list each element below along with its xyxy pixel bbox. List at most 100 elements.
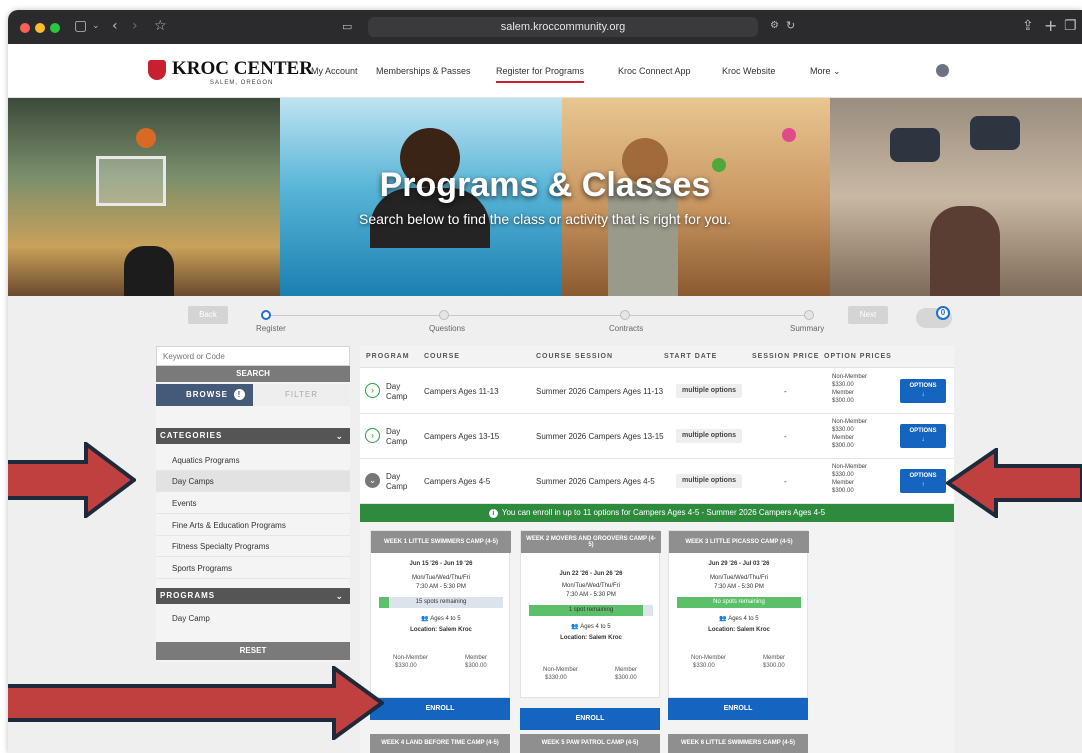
programs-table: PROGRAM COURSE COURSE SESSION START DATE… xyxy=(360,346,954,753)
basketball-shape xyxy=(136,128,156,148)
camp-nonmember-label: Non-Member xyxy=(543,667,579,673)
camp-ages: 👥 Ages 4 to 5 xyxy=(371,615,511,622)
spots-remaining-bar: 15 spots remaining xyxy=(379,597,503,608)
member-label: Member xyxy=(832,390,855,396)
info-icon: ! xyxy=(234,389,245,400)
camp-ages-text: Ages 4 to 5 xyxy=(430,616,461,622)
category-fitness[interactable]: Fitness Specialty Programs xyxy=(156,536,350,557)
new-tab-icon[interactable]: + xyxy=(1044,16,1057,35)
sidebar-toggle-icon[interactable]: ▢ xyxy=(74,18,87,34)
tabs-icon[interactable]: ❐ xyxy=(1064,18,1077,34)
row-session-price: - xyxy=(784,387,787,396)
annotation-arrow-left-icon xyxy=(946,448,1082,518)
enroll-limit-text: You can enroll in up to 11 options for C… xyxy=(501,508,826,517)
share-icon[interactable]: ⇪ xyxy=(1022,18,1034,34)
enroll-button[interactable]: ENROLL xyxy=(520,708,660,730)
tab-filter[interactable]: FILTER xyxy=(253,384,350,406)
category-events[interactable]: Events xyxy=(156,493,350,514)
nav-kroc-connect[interactable]: Kroc Connect App xyxy=(618,66,691,76)
category-fine-arts[interactable]: Fine Arts & Education Programs xyxy=(156,515,350,536)
camp-nonmember-price: $330.00 xyxy=(545,675,567,681)
nav-register-programs[interactable]: Register for Programs xyxy=(496,66,585,83)
row-program-line1: Day xyxy=(386,427,401,436)
category-aquatics[interactable]: Aquatics Programs xyxy=(156,450,350,471)
row-course: Campers Ages 11-13 xyxy=(424,387,499,396)
programs-header-label: PROGRAMS xyxy=(160,591,216,600)
dumbbell-shape xyxy=(970,116,1020,150)
arrow-down-icon: ↓ xyxy=(921,392,925,398)
nav-my-account[interactable]: My Account xyxy=(311,66,358,76)
col-start-date: START DATE xyxy=(664,353,718,360)
row-course: Campers Ages 13-15 xyxy=(424,432,500,441)
nonmember-label: Non-Member xyxy=(832,419,868,425)
categories-header[interactable]: CATEGORIES ⌄ xyxy=(156,428,350,444)
step-questions-label: Questions xyxy=(429,324,466,333)
camp-time: 7:30 AM - 5:30 PM xyxy=(566,592,616,598)
row-session-price: - xyxy=(784,477,787,486)
camp-member-price: $300.00 xyxy=(763,663,785,669)
camp-card: WEEK 3 LITTLE PICASSO CAMP (4-5) Jun 29 … xyxy=(668,530,809,698)
enroll-button[interactable]: ENROLL xyxy=(668,698,808,720)
step-register-dot xyxy=(261,310,271,320)
tab-overview-icon[interactable]: ▭ xyxy=(342,20,352,33)
nav-memberships[interactable]: Memberships & Passes xyxy=(376,66,471,76)
cart-count-badge[interactable]: 0 xyxy=(936,306,950,320)
account-icon[interactable] xyxy=(936,64,949,77)
spots-remaining-bar: No spots remaining xyxy=(677,597,801,608)
camp-card: WEEK 2 MOVERS AND GROOVERS CAMP (4-5) Ju… xyxy=(520,530,661,698)
program-day-camp[interactable]: Day Camp xyxy=(156,608,350,629)
close-window-button[interactable] xyxy=(20,23,30,33)
row-start-date[interactable]: multiple options xyxy=(676,384,743,398)
bookmark-star-icon[interactable]: ☆ xyxy=(154,18,167,34)
programs-header[interactable]: PROGRAMS ⌄ xyxy=(156,588,350,604)
camp-location: Location: Salem Kroc xyxy=(708,627,770,633)
row-start-date[interactable]: multiple options xyxy=(676,474,743,488)
tab-browse[interactable]: BROWSE ! xyxy=(156,384,253,406)
expand-row-icon[interactable]: › xyxy=(365,428,380,443)
address-bar[interactable]: salem.kroccommunity.org xyxy=(368,17,758,37)
camp-member-price: $300.00 xyxy=(615,675,637,681)
translate-icon[interactable]: ⚙ xyxy=(770,20,779,31)
steps-progress-line xyxy=(266,315,811,316)
nav-kroc-website[interactable]: Kroc Website xyxy=(722,66,775,76)
reset-button[interactable]: RESET xyxy=(156,642,350,660)
reload-icon[interactable]: ↻ xyxy=(786,19,795,32)
keyword-search-input[interactable] xyxy=(156,346,350,366)
table-row: ⌄ Day Camp Campers Ages 4-5 Summer 2026 … xyxy=(360,459,954,504)
collapse-row-icon[interactable]: ⌄ xyxy=(365,473,380,488)
expand-row-icon[interactable]: › xyxy=(365,383,380,398)
camp-location: Location: Salem Kroc xyxy=(560,635,622,641)
back-arrow-icon[interactable]: ‹ xyxy=(112,18,118,34)
back-button[interactable]: Back xyxy=(188,306,228,324)
col-session-price: SESSION PRICE xyxy=(752,353,820,360)
camp-dates: Jun 15 '26 - Jun 19 '26 xyxy=(409,561,473,567)
camp-location: Location: Salem Kroc xyxy=(410,627,472,633)
category-sports[interactable]: Sports Programs xyxy=(156,558,350,579)
annotation-arrow-right-icon xyxy=(8,442,136,518)
row-start-date[interactable]: multiple options xyxy=(676,429,743,443)
next-button[interactable]: Next xyxy=(848,306,888,324)
chevron-down-icon[interactable]: ⌄ xyxy=(92,21,100,31)
people-icon: 👥 xyxy=(719,616,729,622)
minimize-window-button[interactable] xyxy=(35,23,45,33)
forward-arrow-icon[interactable]: › xyxy=(132,18,138,34)
search-button[interactable]: SEARCH xyxy=(156,366,350,382)
category-day-camps[interactable]: Day Camps xyxy=(156,471,350,492)
camp-title: WEEK 1 LITTLE SWIMMERS CAMP (4-5) xyxy=(371,531,511,553)
step-register-label: Register xyxy=(256,324,286,333)
zoom-window-button[interactable] xyxy=(50,23,60,33)
camp-time: 7:30 AM - 5:30 PM xyxy=(714,584,764,590)
nav-more[interactable]: More ⌄ xyxy=(810,66,841,77)
options-button[interactable]: OPTIONS ↓ xyxy=(900,379,946,403)
camp-ages: 👥 Ages 4 to 5 xyxy=(669,615,809,622)
step-summary-label: Summary xyxy=(790,324,825,333)
options-button[interactable]: OPTIONS ↓ xyxy=(900,424,946,448)
logo-subtitle: SALEM, OREGON xyxy=(210,80,274,86)
row-option-prices: Non-Member $330.00 Member $300.00 xyxy=(832,373,867,405)
table-header: PROGRAM COURSE COURSE SESSION START DATE… xyxy=(360,346,954,368)
options-button[interactable]: OPTIONS ↑ xyxy=(900,469,946,493)
step-contracts-dot xyxy=(620,310,630,320)
enroll-button[interactable]: ENROLL xyxy=(370,698,510,720)
row-session-price: - xyxy=(784,432,787,441)
options-button-label: OPTIONS xyxy=(909,473,937,479)
